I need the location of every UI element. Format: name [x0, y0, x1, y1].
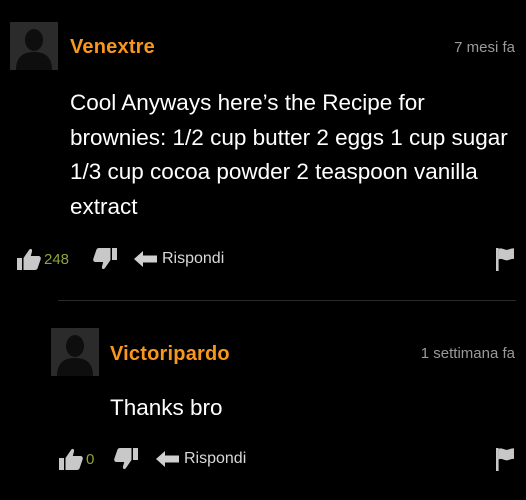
comment-text: Thanks bro [110, 395, 223, 420]
comment-username[interactable]: Victoripardo [110, 343, 230, 366]
comment-username[interactable]: Venextre [70, 36, 155, 59]
thumbs-down-icon [114, 448, 138, 470]
default-avatar-icon [51, 328, 99, 376]
default-avatar-icon [10, 22, 58, 70]
comment-timestamp: 1 settimana fa [420, 345, 515, 362]
thumbs-down-icon [93, 248, 117, 270]
comment: Venextre 7 mesi fa Cool Anyways here’s t… [0, 0, 526, 290]
reply-arrow-icon [156, 451, 179, 467]
like-count: 0 [86, 450, 95, 468]
reply-button[interactable]: Rispondi [134, 244, 224, 274]
comment-timestamp: 7 mesi fa [454, 39, 515, 56]
comment-actions: 248 Rispondi [16, 244, 516, 274]
dislike-button[interactable] [92, 244, 118, 274]
reply-arrow-icon [134, 251, 157, 267]
thumbs-up-icon [59, 448, 83, 470]
avatar[interactable] [10, 22, 58, 70]
flag-button[interactable] [494, 444, 516, 474]
comment-text: Cool Anyways here’s the Recipe for brown… [70, 90, 508, 219]
flag-button[interactable] [494, 244, 516, 274]
avatar[interactable] [51, 328, 99, 376]
like-count: 248 [44, 250, 70, 268]
flag-icon [496, 448, 514, 471]
flag-icon [496, 248, 514, 271]
reply-button[interactable]: Rispondi [156, 444, 246, 474]
reply-comment: Victoripardo 1 settimana fa Thanks bro 0… [0, 300, 526, 500]
reply-label: Rispondi [162, 250, 225, 267]
like-button[interactable]: 0 [58, 444, 94, 474]
reply-label: Rispondi [184, 450, 247, 467]
comment-actions: 0 Rispondi [58, 444, 516, 474]
thumbs-up-icon [17, 248, 41, 270]
dislike-button[interactable] [113, 444, 139, 474]
like-button[interactable]: 248 [16, 244, 69, 274]
